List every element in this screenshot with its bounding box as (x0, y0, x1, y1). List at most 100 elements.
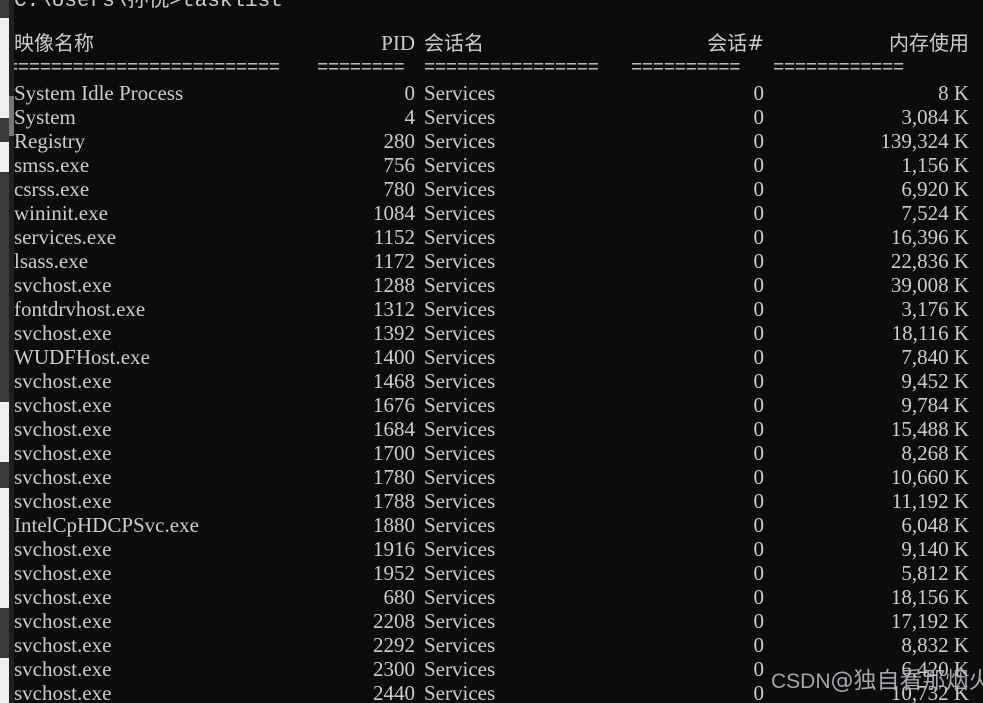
process-pid: 1400 (373, 345, 415, 369)
separator-session-name: ================ (424, 57, 599, 79)
process-row: csrss.exe 780 Services 0 6,920 K (0, 177, 983, 201)
process-pid: 1952 (373, 561, 415, 585)
process-memory-usage: 22,836 K (890, 249, 969, 273)
process-session-number: 0 (753, 585, 765, 609)
process-pid: 280 (383, 129, 416, 153)
process-image-name: svchost.exe (14, 321, 112, 345)
process-memory-usage: 18,156 K (890, 585, 969, 609)
process-session-number: 0 (753, 513, 765, 537)
separator-pid: ======== (317, 57, 405, 79)
process-session-name: Services (424, 465, 496, 489)
process-image-name: svchost.exe (14, 681, 112, 703)
process-session-number: 0 (753, 537, 765, 561)
process-row: smss.exe 756 Services 0 1,156 K (0, 153, 983, 177)
process-pid: 1172 (373, 249, 415, 273)
process-pid: 1684 (373, 417, 415, 441)
process-image-name: svchost.exe (14, 393, 112, 417)
process-pid: 1676 (373, 393, 415, 417)
process-session-number: 0 (753, 417, 765, 441)
process-image-name: lsass.exe (14, 249, 89, 273)
process-memory-usage: 5,812 K (901, 561, 969, 585)
prompt-command-text: C:\Users\孙悦>tasklist (14, 0, 283, 13)
process-memory-usage: 6,048 K (901, 513, 969, 537)
process-pid: 2292 (373, 633, 415, 657)
process-pid: 1916 (373, 537, 415, 561)
column-header-session-number: 会话# (707, 31, 764, 55)
command-prompt-window: C:\Users\孙悦>tasklist 映像名称 PID 会话名 会话# 内存… (0, 0, 983, 703)
process-memory-usage: 9,140 K (901, 537, 969, 561)
process-image-name: services.exe (14, 225, 117, 249)
process-session-name: Services (424, 585, 496, 609)
process-row: wininit.exe 1084 Services 0 7,524 K (0, 201, 983, 225)
process-session-name: Services (424, 609, 496, 633)
process-session-name: Services (424, 657, 496, 681)
process-pid: 1880 (373, 513, 415, 537)
process-session-name: Services (424, 489, 496, 513)
process-memory-usage: 8,268 K (901, 441, 969, 465)
process-session-name: Services (424, 153, 496, 177)
process-pid: 1084 (373, 201, 415, 225)
process-pid: 2440 (373, 681, 415, 703)
process-image-name: System Idle Process (14, 81, 184, 105)
console-output-area[interactable]: C:\Users\孙悦>tasklist 映像名称 PID 会话名 会话# 内存… (0, 0, 983, 703)
process-row: fontdrvhost.exe 1312 Services 0 3,176 K (0, 297, 983, 321)
process-memory-usage: 3,176 K (901, 297, 969, 321)
process-session-number: 0 (753, 441, 765, 465)
process-image-name: svchost.exe (14, 561, 112, 585)
process-pid: 780 (383, 177, 416, 201)
process-memory-usage: 3,084 K (901, 105, 969, 129)
process-image-name: svchost.exe (14, 465, 112, 489)
process-pid: 2208 (373, 609, 415, 633)
process-pid: 2300 (373, 657, 415, 681)
process-row: System 4 Services 0 3,084 K (0, 105, 983, 129)
process-image-name: System (14, 105, 76, 129)
process-row: IntelCpHDCPSvc.exe 1880 Services 0 6,048 K (0, 513, 983, 537)
background-window-sliver (0, 0, 9, 703)
process-row: services.exe 1152 Services 0 16,396 K (0, 225, 983, 249)
process-row: svchost.exe 1788 Services 0 11,192 K (0, 489, 983, 513)
process-session-number: 0 (753, 561, 765, 585)
process-pid: 1288 (373, 273, 415, 297)
table-header-row: 映像名称 PID 会话名 会话# 内存使用 (0, 31, 983, 55)
watermark-prefix: CSDN (771, 670, 831, 693)
process-session-name: Services (424, 633, 496, 657)
separator-session-number: ========== (631, 57, 741, 79)
process-memory-usage: 7,524 K (901, 201, 969, 225)
process-session-number: 0 (753, 657, 765, 681)
process-image-name: svchost.exe (14, 417, 112, 441)
separator-image-name: ========================= (7, 57, 280, 79)
process-image-name: WUDFHost.exe (14, 345, 150, 369)
process-pid: 1788 (373, 489, 415, 513)
process-pid: 1780 (373, 465, 415, 489)
process-image-name: svchost.exe (14, 537, 112, 561)
process-image-name: svchost.exe (14, 369, 112, 393)
process-image-name: smss.exe (14, 153, 90, 177)
process-session-name: Services (424, 105, 496, 129)
console-scrollbar-thumb[interactable] (9, 96, 14, 136)
process-session-number: 0 (753, 369, 765, 393)
process-image-name: fontdrvhost.exe (14, 297, 146, 321)
process-session-name: Services (424, 345, 496, 369)
process-session-name: Services (424, 81, 496, 105)
column-header-image-name: 映像名称 (14, 31, 94, 55)
process-session-name: Services (424, 321, 496, 345)
process-row: svchost.exe 1700 Services 0 8,268 K (0, 441, 983, 465)
process-image-name: Registry (14, 129, 86, 153)
process-memory-usage: 1,156 K (901, 153, 969, 177)
process-pid: 4 (404, 105, 416, 129)
process-session-number: 0 (753, 129, 765, 153)
process-session-number: 0 (753, 681, 765, 703)
process-image-name: svchost.exe (14, 489, 112, 513)
process-row: Registry 280 Services 0 139,324 K (0, 129, 983, 153)
process-session-number: 0 (753, 153, 765, 177)
process-pid: 680 (383, 585, 416, 609)
process-session-name: Services (424, 537, 496, 561)
process-session-name: Services (424, 297, 496, 321)
process-session-number: 0 (753, 321, 765, 345)
process-row: svchost.exe 1952 Services 0 5,812 K (0, 561, 983, 585)
column-header-session-name: 会话名 (424, 31, 484, 55)
process-session-number: 0 (753, 225, 765, 249)
process-row: svchost.exe 1684 Services 0 15,488 K (0, 417, 983, 441)
process-memory-usage: 8 K (938, 81, 969, 105)
process-pid: 0 (404, 81, 416, 105)
